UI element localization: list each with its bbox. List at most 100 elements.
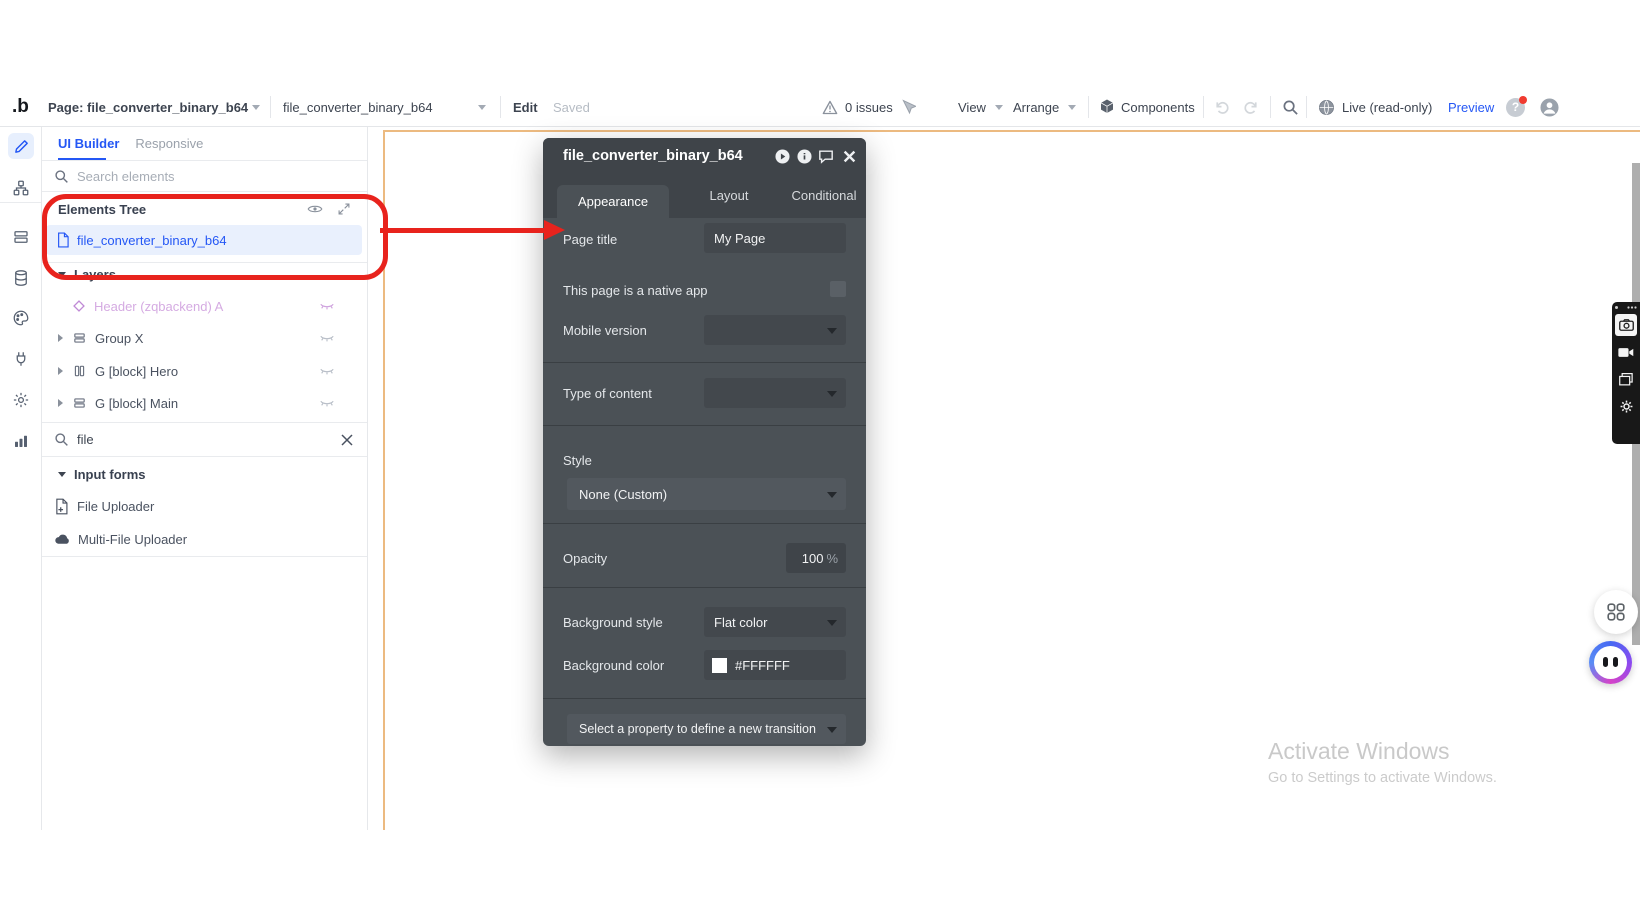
toolbar-separator xyxy=(1306,96,1307,118)
layer-row-hero[interactable]: G [block] Hero xyxy=(42,355,367,387)
palette-item-label[interactable]: Multi-File Uploader xyxy=(78,532,187,547)
element-dropdown-caret-icon[interactable] xyxy=(478,88,486,126)
logs-chart-icon[interactable] xyxy=(8,428,34,454)
background-color-input[interactable]: #FFFFFF xyxy=(704,650,846,680)
style-label: Style xyxy=(563,453,592,468)
color-swatch[interactable] xyxy=(712,657,727,673)
element-search[interactable]: Search elements xyxy=(42,161,367,192)
settings-gear-icon[interactable] xyxy=(8,387,34,413)
close-icon[interactable] xyxy=(843,150,856,163)
widget-grid-button[interactable] xyxy=(1594,590,1638,634)
eye-closed-icon[interactable] xyxy=(319,300,335,313)
bubble-logo[interactable]: .b xyxy=(12,88,29,126)
components-cube-icon[interactable] xyxy=(1098,88,1116,126)
native-app-checkbox[interactable] xyxy=(830,281,846,297)
search-icon xyxy=(54,432,69,447)
search-icon[interactable] xyxy=(1282,88,1299,126)
palette-item-file-uploader[interactable]: File Uploader xyxy=(42,490,367,522)
tab-conditional[interactable]: Conditional xyxy=(779,174,869,218)
arrange-menu[interactable]: Arrange xyxy=(1013,88,1059,126)
page-selector-caret-icon[interactable] xyxy=(252,88,260,126)
comment-icon[interactable] xyxy=(818,149,834,164)
undo-icon[interactable] xyxy=(1213,88,1230,126)
capture-toolbar-handle[interactable] xyxy=(1615,306,1637,309)
page-title-input[interactable]: My Page xyxy=(704,223,846,253)
live-readonly-label[interactable]: Live (read-only) xyxy=(1342,88,1432,126)
elements-rows-icon[interactable] xyxy=(8,224,34,250)
palette-item-multi-file-uploader[interactable]: Multi-File Uploader xyxy=(42,523,367,555)
panel-divider xyxy=(42,556,367,557)
issues-count[interactable]: 0 issues xyxy=(845,88,893,126)
layer-row-header[interactable]: Header (zqbackend) A xyxy=(42,290,367,322)
property-editor: file_converter_binary_b64 Appearance Lay… xyxy=(543,138,866,746)
style-dropdown[interactable]: None (Custom) xyxy=(567,478,846,510)
tab-responsive[interactable]: Responsive xyxy=(135,136,203,151)
layer-label[interactable]: G [block] Hero xyxy=(95,364,178,379)
design-tab-pencil-icon[interactable] xyxy=(8,133,34,159)
globe-icon[interactable] xyxy=(1318,88,1335,126)
eye-closed-icon[interactable] xyxy=(319,365,335,378)
native-app-label: This page is a native app xyxy=(563,283,708,298)
search-value[interactable]: file xyxy=(77,432,94,447)
capture-settings-gear-icon[interactable] xyxy=(1615,395,1637,417)
view-menu-caret-icon[interactable] xyxy=(995,88,1003,126)
input-forms-title: Input forms xyxy=(74,466,146,482)
left-icon-rail xyxy=(0,127,42,830)
eye-closed-icon[interactable] xyxy=(319,397,335,410)
mobile-version-dropdown[interactable] xyxy=(704,315,846,345)
ai-assistant-button[interactable] xyxy=(1589,641,1632,684)
layer-row-main[interactable]: G [block] Main xyxy=(42,387,367,419)
columns-icon xyxy=(72,364,87,378)
element-dropdown[interactable]: file_converter_binary_b64 xyxy=(283,88,433,126)
expand-caret-icon[interactable] xyxy=(58,367,63,375)
layer-label[interactable]: Group X xyxy=(95,331,143,346)
page-selector[interactable]: Page: file_converter_binary_b64 xyxy=(48,88,248,126)
plugins-plug-icon[interactable] xyxy=(8,346,34,372)
transition-dropdown[interactable]: Select a property to define a new transi… xyxy=(567,714,846,744)
user-avatar[interactable] xyxy=(1540,88,1559,126)
workflow-sitemap-icon[interactable] xyxy=(8,175,34,201)
screenshot-camera-icon[interactable] xyxy=(1615,314,1637,336)
mobile-version-label: Mobile version xyxy=(563,323,647,338)
background-style-dropdown[interactable]: Flat color xyxy=(704,607,846,637)
styles-palette-icon[interactable] xyxy=(8,305,34,331)
saved-status: Saved xyxy=(553,99,590,115)
type-of-content-dropdown[interactable] xyxy=(704,378,846,408)
cloud-icon xyxy=(54,533,70,545)
run-workflow-icon[interactable] xyxy=(775,148,790,164)
issues-warning-icon[interactable] xyxy=(822,88,838,126)
palette-item-label[interactable]: File Uploader xyxy=(77,499,154,514)
info-icon[interactable] xyxy=(797,148,812,164)
help-icon[interactable]: ? xyxy=(1506,88,1527,126)
layer-row-groupx[interactable]: Group X xyxy=(42,322,367,354)
preview-button[interactable]: Preview xyxy=(1448,88,1494,126)
opacity-input[interactable]: 100 % xyxy=(786,543,846,573)
expand-caret-icon[interactable] xyxy=(58,399,63,407)
components-button[interactable]: Components xyxy=(1121,88,1195,126)
windows-activation-watermark: Activate Windows xyxy=(1268,738,1450,764)
eye-closed-icon[interactable] xyxy=(319,332,335,345)
copy-windows-icon[interactable] xyxy=(1615,368,1637,390)
layer-label[interactable]: Header (zqbackend) A xyxy=(94,299,223,314)
windows-activation-subtext: Go to Settings to activate Windows. xyxy=(1268,770,1497,786)
edit-mode-label[interactable]: Edit xyxy=(513,88,538,126)
top-toolbar: .b Page: file_converter_binary_b64 file_… xyxy=(0,88,1640,127)
expand-caret-icon[interactable] xyxy=(58,334,63,342)
inspector-divider xyxy=(543,698,866,699)
property-editor-titlebar[interactable]: file_converter_binary_b64 xyxy=(543,138,866,174)
tab-appearance[interactable]: Appearance xyxy=(557,185,669,218)
redo-icon[interactable] xyxy=(1243,88,1260,126)
panel-tabs: UI Builder Responsive xyxy=(42,127,367,161)
annotation-arrow-line xyxy=(380,228,546,233)
view-menu[interactable]: View xyxy=(958,88,986,126)
tab-ui-builder[interactable]: UI Builder xyxy=(58,136,119,151)
input-forms-header[interactable]: Input forms xyxy=(42,460,367,488)
database-icon[interactable] xyxy=(8,265,34,291)
tab-layout[interactable]: Layout xyxy=(689,174,769,218)
record-video-icon[interactable] xyxy=(1615,341,1637,363)
layer-label[interactable]: G [block] Main xyxy=(95,396,178,411)
clear-search-icon[interactable] xyxy=(341,433,353,446)
arrange-menu-caret-icon[interactable] xyxy=(1068,88,1076,126)
component-search[interactable]: file xyxy=(42,423,367,457)
cursor-tool-icon[interactable] xyxy=(900,88,916,126)
